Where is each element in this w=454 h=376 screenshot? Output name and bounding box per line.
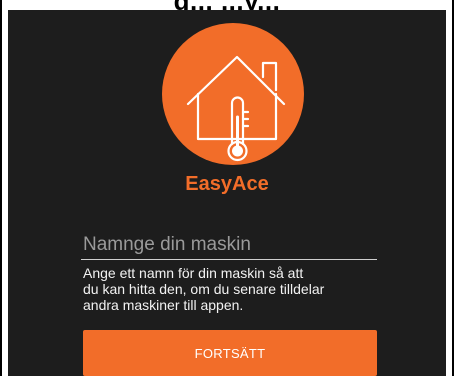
- app-name: EasyAce: [185, 173, 269, 195]
- continue-button[interactable]: FORTSÄTT: [83, 330, 377, 376]
- house-thermometer-icon: [186, 55, 286, 162]
- helper-text: Ange ett namn för din maskin så att du k…: [83, 265, 325, 313]
- app-logo: [162, 23, 304, 165]
- machine-name-input[interactable]: [81, 230, 377, 260]
- app-screen: EasyAce Ange ett namn för din maskin så …: [8, 10, 446, 376]
